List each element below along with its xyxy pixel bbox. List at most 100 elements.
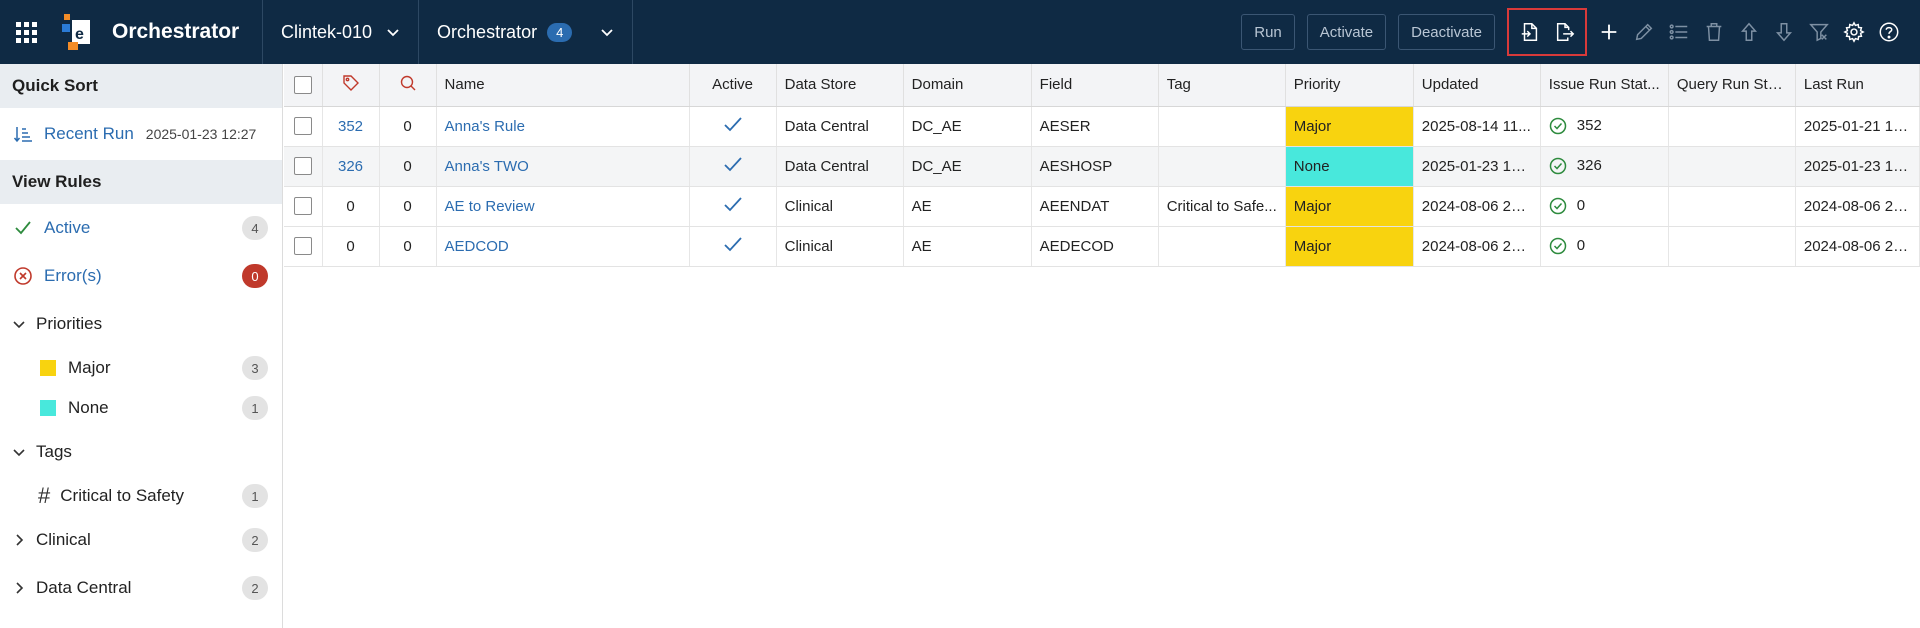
queries-column-header[interactable] bbox=[379, 64, 437, 107]
priorities-label: Priorities bbox=[36, 314, 103, 333]
priority-label: None bbox=[68, 398, 109, 417]
query-icon bbox=[400, 75, 416, 91]
row-checkbox[interactable] bbox=[293, 237, 312, 256]
issues-count-link[interactable]: 326 bbox=[322, 146, 380, 187]
tags-toggle[interactable]: Tags bbox=[0, 428, 282, 476]
import-icon[interactable] bbox=[1512, 12, 1547, 52]
column-header[interactable]: Domain bbox=[903, 64, 1032, 107]
recent-run-sort[interactable]: Recent Run 2025-01-23 12:27 bbox=[0, 108, 282, 160]
row-select-cell[interactable] bbox=[284, 186, 323, 227]
chevron-down-icon bbox=[601, 29, 613, 37]
none-swatch bbox=[40, 400, 56, 416]
priority-count-badge: 1 bbox=[242, 396, 268, 420]
tag-label: Critical to Safety bbox=[60, 486, 185, 505]
apps-menu-button[interactable] bbox=[0, 0, 52, 64]
module-select[interactable]: Orchestrator 4 bbox=[419, 0, 632, 64]
settings-icon[interactable] bbox=[1836, 12, 1871, 52]
table-row[interactable]: 0 0 AE to Review Clinical AE AEENDAT Cri… bbox=[284, 186, 1920, 227]
table-row[interactable]: 326 0 Anna's TWO Data Central DC_AE AESH… bbox=[284, 146, 1920, 187]
delete-icon[interactable] bbox=[1696, 12, 1731, 52]
row-select-cell[interactable] bbox=[284, 106, 323, 147]
app-logo-icon: e bbox=[58, 12, 94, 52]
row-checkbox[interactable] bbox=[293, 157, 312, 176]
priority-label: Major bbox=[68, 358, 111, 377]
rule-name-link[interactable]: AE to Review bbox=[436, 186, 690, 227]
updated-cell: 2025-08-14 11... bbox=[1413, 106, 1541, 147]
filter-icon[interactable] bbox=[1801, 12, 1836, 52]
active-check-icon bbox=[689, 106, 777, 147]
issue-run-status-cell: 0 bbox=[1540, 186, 1669, 227]
active-check-icon bbox=[689, 186, 777, 227]
column-header[interactable]: Field bbox=[1031, 64, 1159, 107]
data-store-cell: Data Central bbox=[776, 106, 904, 147]
rule-name-link[interactable]: AEDCOD bbox=[436, 226, 690, 267]
tag-cell: Critical to Safe... bbox=[1158, 186, 1286, 227]
divider bbox=[632, 0, 634, 64]
active-filter[interactable]: Active 4 bbox=[0, 204, 282, 252]
column-header[interactable]: Tag bbox=[1158, 64, 1286, 107]
study-select[interactable]: Clintek-010 bbox=[263, 0, 418, 64]
issue-run-count: 326 bbox=[1576, 156, 1602, 174]
column-header[interactable]: Query Run Sta... bbox=[1668, 64, 1796, 107]
priority-major-filter[interactable]: Major 3 bbox=[0, 348, 282, 388]
export-icon[interactable] bbox=[1547, 12, 1582, 52]
rule-name-link[interactable]: Anna's TWO bbox=[436, 146, 690, 187]
study-select-value: Clintek-010 bbox=[281, 21, 373, 42]
table-row[interactable]: 0 0 AEDCOD Clinical AE AEDECOD Major 202… bbox=[284, 226, 1920, 267]
errors-filter-label: Error(s) bbox=[44, 266, 102, 285]
select-all-header[interactable] bbox=[284, 64, 323, 107]
help-icon[interactable] bbox=[1871, 12, 1906, 52]
run-button[interactable]: Run bbox=[1241, 14, 1295, 50]
tags-label: Tags bbox=[36, 442, 72, 461]
domain-cell: AE bbox=[903, 186, 1032, 227]
check-icon bbox=[12, 217, 34, 239]
row-checkbox[interactable] bbox=[293, 197, 312, 216]
move-up-icon[interactable] bbox=[1731, 12, 1766, 52]
issues-count-link[interactable]: 352 bbox=[322, 106, 380, 147]
field-cell: AESER bbox=[1031, 106, 1159, 147]
column-header[interactable]: Last Run bbox=[1795, 64, 1920, 107]
select-all-checkbox[interactable] bbox=[293, 75, 312, 94]
query-run-status-cell bbox=[1668, 186, 1796, 227]
issues-count: 0 bbox=[322, 226, 380, 267]
priority-none-filter[interactable]: None 1 bbox=[0, 388, 282, 428]
issue-run-count: 352 bbox=[1576, 116, 1602, 134]
data-central-group-toggle[interactable]: Data Central 2 bbox=[0, 564, 282, 612]
list-icon[interactable] bbox=[1661, 12, 1696, 52]
error-circle-icon bbox=[12, 265, 34, 287]
row-select-cell[interactable] bbox=[284, 226, 323, 267]
group-count-badge: 2 bbox=[242, 576, 268, 600]
tag-cell bbox=[1158, 146, 1286, 187]
row-select-cell[interactable] bbox=[284, 146, 323, 187]
activate-button[interactable]: Activate bbox=[1306, 14, 1387, 50]
table-row[interactable]: 352 0 Anna's Rule Data Central DC_AE AES… bbox=[284, 106, 1920, 147]
column-header[interactable]: Updated bbox=[1413, 64, 1541, 107]
rule-name-link[interactable]: Anna's Rule bbox=[436, 106, 690, 147]
move-down-icon[interactable] bbox=[1766, 12, 1801, 52]
deactivate-button[interactable]: Deactivate bbox=[1398, 14, 1495, 50]
active-check-icon bbox=[689, 146, 777, 187]
tag-filter[interactable]: # Critical to Safety 1 bbox=[0, 476, 282, 516]
column-header[interactable]: Data Store bbox=[776, 64, 904, 107]
column-header[interactable]: Issue Run Stat... bbox=[1540, 64, 1669, 107]
success-circle-icon bbox=[1549, 117, 1567, 135]
field-cell: AEENDAT bbox=[1031, 186, 1159, 227]
priorities-toggle[interactable]: Priorities bbox=[0, 300, 282, 348]
recent-run-label: Recent Run bbox=[44, 124, 134, 143]
last-run-cell: 2024-08-06 23... bbox=[1795, 226, 1920, 267]
clinical-group-toggle[interactable]: Clinical 2 bbox=[0, 516, 282, 564]
column-header[interactable]: Name bbox=[436, 64, 690, 107]
queries-count: 0 bbox=[379, 146, 437, 187]
edit-icon[interactable] bbox=[1626, 12, 1661, 52]
module-count-badge: 4 bbox=[547, 22, 573, 42]
recent-run-date: 2025-01-23 12:27 bbox=[145, 126, 257, 142]
issue-run-status-cell: 352 bbox=[1540, 106, 1669, 147]
column-header[interactable]: Priority bbox=[1285, 64, 1414, 107]
issues-column-header[interactable] bbox=[322, 64, 380, 107]
success-circle-icon bbox=[1549, 197, 1567, 215]
add-icon[interactable] bbox=[1591, 12, 1626, 52]
row-checkbox[interactable] bbox=[293, 117, 312, 136]
svg-text:e: e bbox=[75, 26, 84, 43]
errors-filter[interactable]: Error(s) 0 bbox=[0, 252, 282, 300]
column-header[interactable]: Active bbox=[689, 64, 777, 107]
